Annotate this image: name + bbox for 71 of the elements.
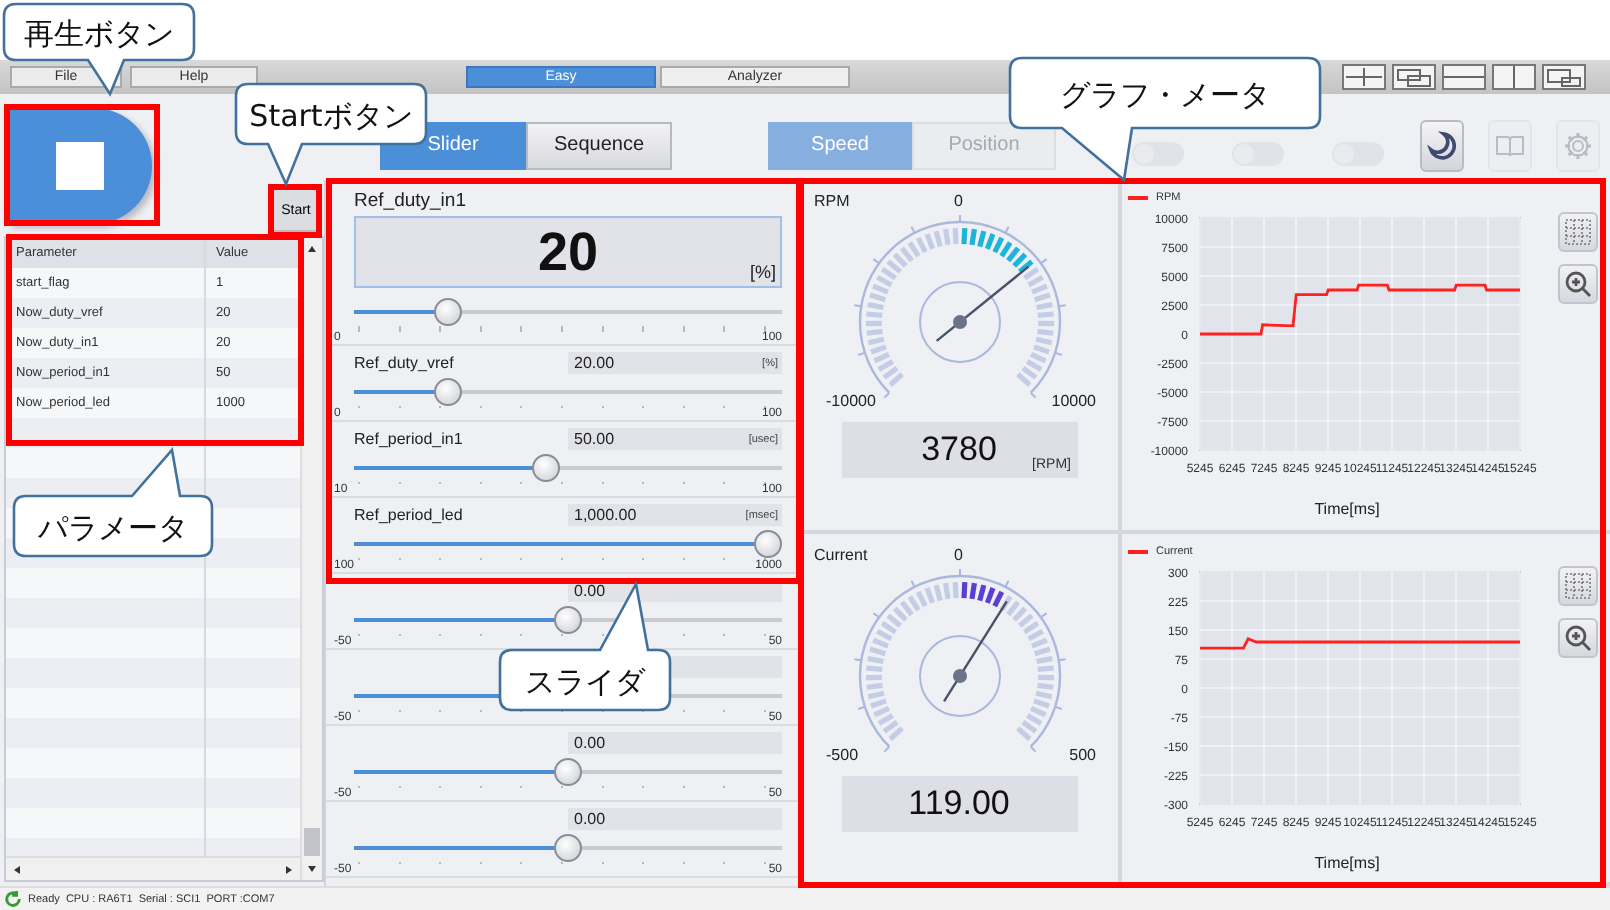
axis-title: Time[ms] xyxy=(1312,853,1382,871)
window-layout-icon[interactable] xyxy=(1492,64,1536,90)
grid-icon xyxy=(1564,571,1592,599)
slider-track[interactable] xyxy=(354,378,782,406)
scroll-right-icon[interactable] xyxy=(282,863,294,875)
zoom-button[interactable] xyxy=(1558,617,1598,657)
scale-label: 0 xyxy=(954,545,963,563)
scale-label: -10000 xyxy=(826,392,876,410)
field-value: 20.00 xyxy=(574,354,615,372)
callout-label: 再生ボタン xyxy=(24,16,174,52)
slider-thumb[interactable] xyxy=(554,606,582,634)
field-value: 1,000.00 xyxy=(574,506,637,524)
value-field[interactable]: 0.00 xyxy=(568,808,782,830)
field-value: 0.00 xyxy=(574,734,606,752)
slider-track[interactable] xyxy=(354,530,782,558)
callout-label: スライダ xyxy=(525,664,645,700)
slider-thumb[interactable] xyxy=(434,378,462,406)
value-text: 3780 xyxy=(921,430,997,470)
scrollbar-thumb[interactable] xyxy=(304,828,320,856)
meter-label: RPM xyxy=(814,192,852,210)
zoom-in-icon xyxy=(1564,270,1592,298)
grid-icon xyxy=(1564,218,1592,246)
value-text: 119.00 xyxy=(908,783,1010,823)
value-text: 20 xyxy=(537,221,599,284)
slider-label: Ref_duty_in1 xyxy=(354,190,466,212)
toggle-switch[interactable] xyxy=(1132,141,1184,165)
slider-thumb[interactable] xyxy=(554,758,582,786)
meter-label: Current xyxy=(814,545,870,563)
scale-label: 500 xyxy=(1069,745,1096,763)
callout-label: グラフ・メータ xyxy=(1060,77,1270,113)
callout-label: パラメータ xyxy=(38,510,188,546)
field-value: 50.00 xyxy=(574,430,615,448)
scroll-left-icon[interactable] xyxy=(12,863,24,875)
window-layout-icon[interactable] xyxy=(1342,64,1386,90)
scroll-down-icon[interactable] xyxy=(306,862,318,874)
scale-label: -500 xyxy=(826,745,859,763)
window-layout-icon[interactable] xyxy=(1442,64,1486,90)
moon-icon xyxy=(1426,129,1458,161)
field-value: 0.00 xyxy=(574,582,606,600)
slider-track[interactable] xyxy=(354,606,782,634)
scroll-up-icon[interactable] xyxy=(306,244,318,256)
stop-icon xyxy=(56,142,104,190)
slider-thumb[interactable] xyxy=(531,454,560,482)
axis-title: Time[ms] xyxy=(1312,500,1382,518)
slider-thumb[interactable] xyxy=(554,834,582,862)
slider-label: Ref_period_led xyxy=(354,506,463,524)
slider-label: Ref_period_in1 xyxy=(354,430,463,448)
grid-button[interactable] xyxy=(1558,565,1598,605)
horizontal-scrollbar[interactable] xyxy=(6,856,300,880)
slider-label: Ref_duty_vref xyxy=(354,354,454,372)
grid-button[interactable] xyxy=(1558,212,1598,252)
scale-label: 10000 xyxy=(1051,392,1096,410)
zoom-button[interactable] xyxy=(1558,264,1598,304)
settings-icon xyxy=(1562,129,1594,161)
vertical-scrollbar[interactable] xyxy=(300,238,322,880)
slider-track[interactable] xyxy=(354,758,782,786)
slider-track[interactable] xyxy=(354,298,782,327)
window-layout-icon[interactable] xyxy=(1542,64,1586,90)
refresh-icon xyxy=(4,890,22,908)
toolbar-button[interactable] xyxy=(1420,119,1464,171)
zoom-in-icon xyxy=(1564,623,1592,651)
slider-thumb[interactable] xyxy=(754,530,782,558)
slider-track[interactable] xyxy=(354,834,782,862)
view-tab[interactable]: Sequence xyxy=(526,121,672,169)
unit-label: [%] xyxy=(749,262,776,283)
window-layout-icon[interactable] xyxy=(1392,64,1436,90)
field-value: 0.00 xyxy=(574,810,606,828)
scale-label: 0 xyxy=(954,192,963,210)
value-field[interactable]: 0.00 xyxy=(568,732,782,754)
slider-thumb[interactable] xyxy=(434,298,462,327)
slider-track[interactable] xyxy=(354,454,782,482)
